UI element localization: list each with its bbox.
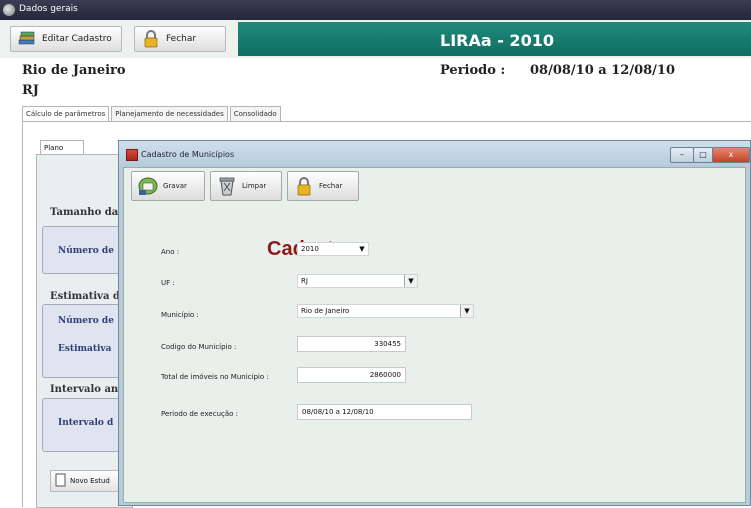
book-stack-icon: [17, 29, 37, 49]
main-tabs: Cálculo de parâmetros Planejamento de ne…: [22, 106, 281, 122]
chevron-down-icon: ▼: [460, 305, 473, 317]
tab-planning[interactable]: Planejamento de necessidades: [111, 106, 228, 122]
chevron-down-icon: ▼: [404, 275, 417, 287]
year-label: Ano :: [161, 248, 180, 256]
trash-can-icon: [216, 175, 238, 197]
save-label: Gravar: [163, 182, 187, 190]
period-value: 08/08/10 a 12/08/10: [530, 63, 676, 78]
group-estimate-title: Estimativa d: [50, 291, 120, 302]
code-field[interactable]: 330455: [297, 336, 406, 352]
uf-select[interactable]: RJ ▼: [297, 274, 418, 288]
year-value: 2010: [301, 245, 319, 253]
field-interval-label: Intervalo d: [58, 418, 114, 428]
chevron-down-icon: ▼: [359, 245, 365, 253]
city-name: Rio de Janeiro: [22, 63, 126, 78]
period-label: Periodo :: [440, 63, 506, 78]
group-sample-size-title: Tamanho da: [50, 207, 119, 218]
properties-field[interactable]: 2860000: [297, 367, 406, 383]
dialog-titlebar[interactable]: Cadastro de Municípios – □ x: [119, 141, 750, 167]
municipality-dialog: Cadastro de Municípios – □ x Gravar Limp…: [118, 140, 751, 506]
dialog-close-button[interactable]: x: [712, 147, 750, 163]
year-select[interactable]: 2010 ▼: [297, 242, 369, 256]
maximize-button[interactable]: □: [693, 147, 713, 163]
new-study-button[interactable]: Novo Estud: [50, 470, 122, 492]
clear-label: Limpar: [242, 182, 267, 190]
uf-value: RJ: [301, 277, 308, 285]
edit-register-button[interactable]: Editar Cadastro: [10, 26, 122, 52]
report-title: LIRAa - 2010: [440, 31, 554, 50]
app-icon: [3, 4, 15, 16]
clear-button[interactable]: Limpar: [210, 171, 282, 201]
group-interval-title: Intervalo an: [50, 384, 119, 395]
properties-label: Total de imóveis no Município :: [161, 373, 269, 381]
execution-period-field[interactable]: 08/08/10 a 12/08/10: [297, 404, 472, 420]
window-title: Dados gerais: [19, 4, 78, 14]
padlock-icon: [293, 175, 315, 197]
dialog-fechar-button[interactable]: Fechar: [287, 171, 359, 201]
municipality-value: Rio de Janeiro: [301, 307, 350, 315]
main-titlebar: Dados gerais: [0, 0, 751, 20]
execution-period-label: Periodo de execução :: [161, 410, 239, 418]
municipality-select[interactable]: Rio de Janeiro ▼: [297, 304, 474, 318]
dialog-body: Gravar Limpar Fechar Cadastro: [123, 167, 746, 503]
save-disk-icon: [137, 175, 159, 197]
tab-parameters[interactable]: Cálculo de parâmetros: [22, 106, 110, 122]
close-button[interactable]: Fechar: [134, 26, 226, 52]
field-number-label-2: Número de: [58, 316, 114, 326]
minimize-button[interactable]: –: [670, 147, 694, 163]
field-estimate-label: Estimativa: [58, 344, 112, 354]
new-study-label: Novo Estud: [70, 477, 110, 485]
uf-label: UF :: [161, 279, 175, 287]
municipality-label: Município :: [161, 311, 199, 319]
state-code: RJ: [22, 83, 39, 98]
dialog-icon: [126, 149, 138, 161]
dialog-fechar-label: Fechar: [319, 182, 343, 190]
tab-consolidated[interactable]: Consolidado: [229, 106, 281, 122]
document-icon: [55, 473, 67, 489]
code-label: Codigo do Município :: [161, 343, 237, 351]
close-label: Fechar: [166, 34, 197, 44]
padlock-icon: [141, 29, 161, 49]
edit-register-label: Editar Cadastro: [42, 34, 112, 44]
field-number-label-1: Número de: [58, 246, 114, 256]
save-button[interactable]: Gravar: [131, 171, 205, 201]
tab-sample-plan[interactable]: Plano amostral: [40, 140, 84, 166]
dialog-title: Cadastro de Municípios: [141, 150, 235, 159]
